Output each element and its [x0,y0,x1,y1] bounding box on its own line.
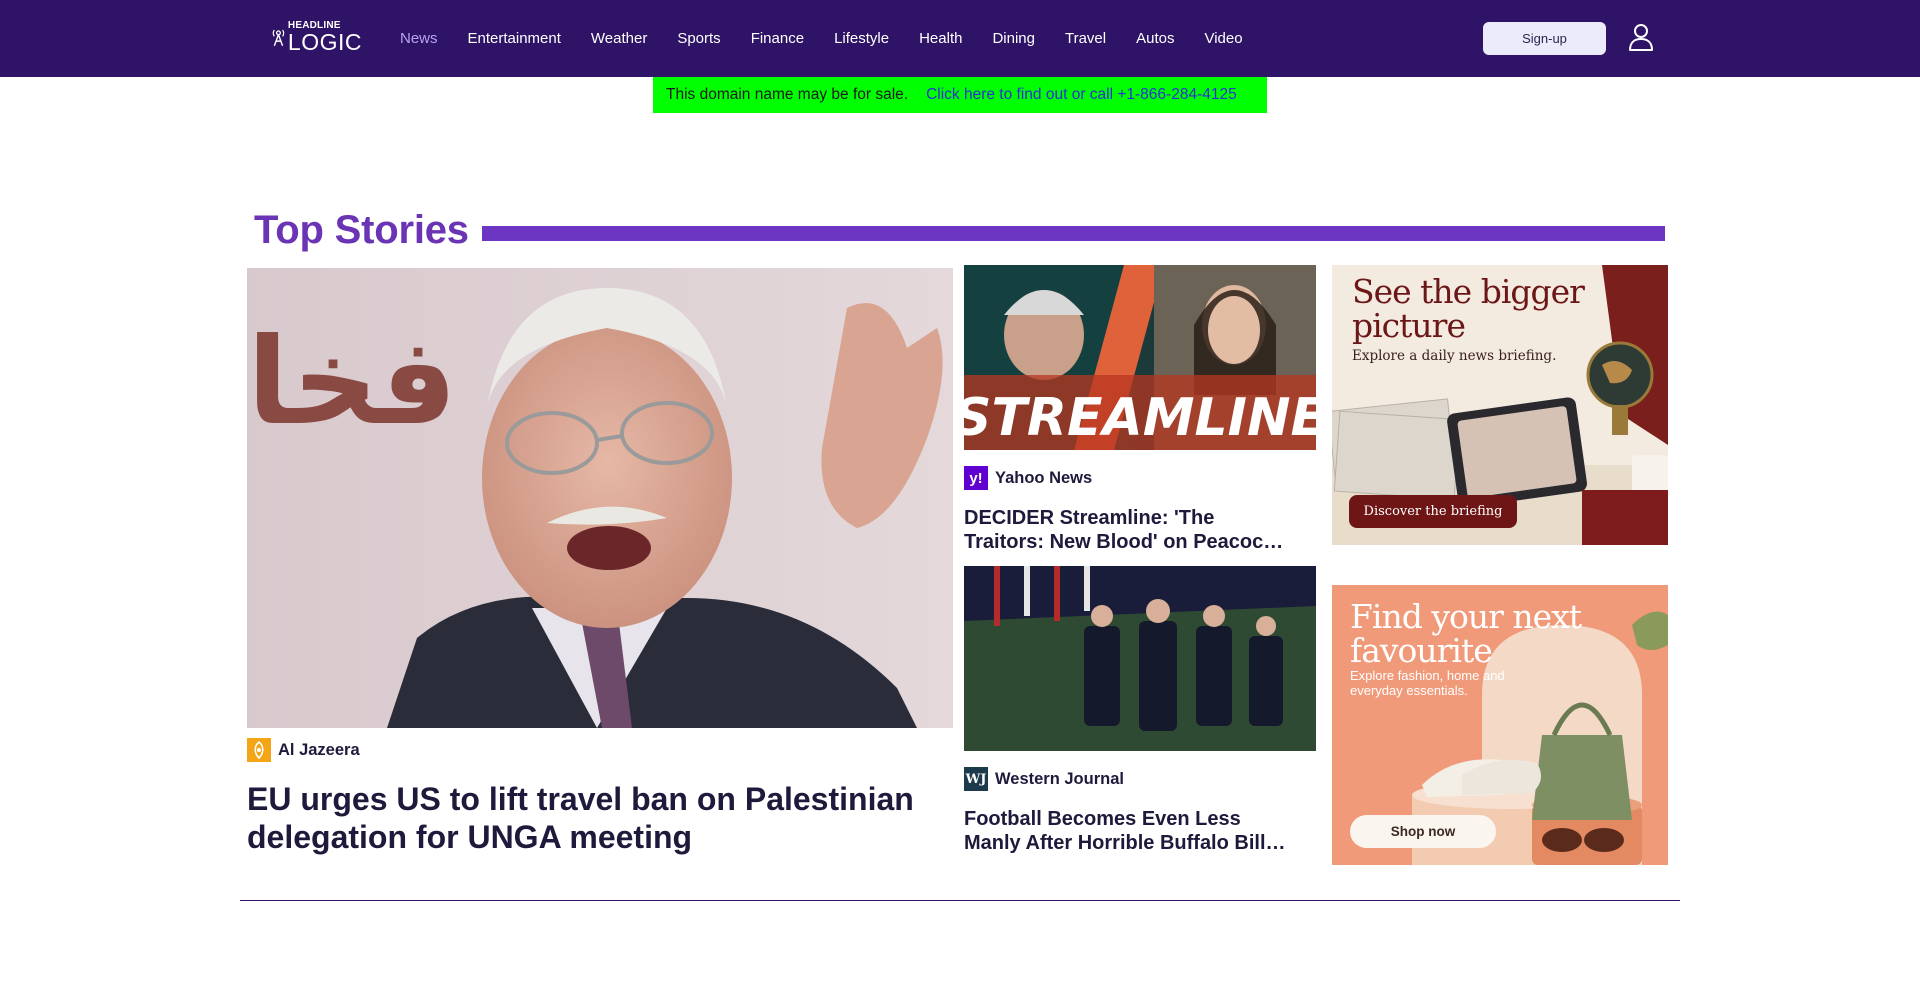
nav-item-dining[interactable]: Dining [992,30,1035,47]
nav-item-lifestyle[interactable]: Lifestyle [834,30,889,47]
user-account-icon[interactable] [1628,23,1654,51]
ad-2-title-line1: Find your next [1350,597,1582,636]
main-story-image[interactable]: فخا [247,268,953,728]
main-story-headline[interactable]: EU urges US to lift travel ban on Palest… [247,780,953,856]
ad-1-subtitle: Explore a daily news briefing. [1352,348,1557,364]
ad-2-subtitle-line2: everyday essentials. [1350,683,1468,698]
side-story-2-source-name: Western Journal [995,769,1124,788]
ad-1-title-line2: picture [1352,306,1466,345]
nav-item-entertainment[interactable]: Entertainment [468,30,561,47]
side-story-1-headline-line2: Traitors: New Blood' on Peacoc… [964,531,1284,553]
streamline-thumbnail: STREAMLINE [964,265,1316,450]
nav-item-autos[interactable]: Autos [1136,30,1174,47]
side-story-1-image[interactable]: STREAMLINE [964,265,1316,450]
section-title: Top Stories [254,208,469,252]
western-journal-logo-icon: WJ [964,767,988,791]
section-bottom-divider [240,900,1680,901]
nav-item-weather[interactable]: Weather [591,30,647,47]
side-story-2-headline-line1: Football Becomes Even Less [964,808,1241,830]
logo-text: HEADLINE LOGIC [287,20,362,55]
sale-banner-text: This domain name may be for sale. [666,86,909,103]
side-story-2-headline[interactable]: Football Becomes Even Less Manly After H… [964,807,1299,855]
main-story-photo: فخا [247,268,953,728]
streamline-image-text: STREAMLINE [964,388,1316,448]
domain-sale-banner: This domain name may be for sale. Click … [653,77,1267,113]
side-story-1-headline[interactable]: DECIDER Streamline: 'The Traitors: New B… [964,506,1299,554]
advertisement-shopping[interactable]: Find your next favourite Explore fashion… [1332,585,1668,865]
yahoo-logo-icon: y! [964,466,988,490]
nav-item-video[interactable]: Video [1204,30,1242,47]
football-field-photo [964,566,1316,751]
ad-1-title-line1: See the bigger [1352,272,1585,311]
side-story-1-source[interactable]: y! Yahoo News [964,466,1092,490]
top-navigation-bar: HEADLINE LOGIC News Entertainment Weathe… [0,0,1920,77]
nav-item-finance[interactable]: Finance [751,30,804,47]
side-story-2-headline-line2: Manly After Horrible Buffalo Bill… [964,832,1286,854]
side-story-1-source-name: Yahoo News [995,468,1093,487]
nav-item-health[interactable]: Health [919,30,962,47]
nav-item-travel[interactable]: Travel [1065,30,1106,47]
ad-2-title-line2: favourite [1350,631,1493,670]
section-title-rule [482,226,1665,241]
main-story-source-name: Al Jazeera [278,740,360,759]
main-story-source[interactable]: Al Jazeera [247,738,360,762]
site-logo[interactable]: HEADLINE LOGIC [272,20,362,54]
ad-2-cta-button[interactable]: Shop now [1350,815,1496,848]
side-story-2-image[interactable] [964,566,1316,751]
advertisement-news-briefing[interactable]: See the bigger picture Explore a daily n… [1332,265,1668,545]
side-story-2-source[interactable]: WJ Western Journal [964,767,1124,791]
logo-bottom-text: LOGIC [287,28,362,55]
signup-button[interactable]: Sign-up [1483,22,1606,55]
al-jazeera-logo-icon [247,738,271,762]
nav-item-news[interactable]: News [400,30,438,47]
background-arabic-text: فخا [247,313,457,452]
logo-tower-icon [272,29,285,47]
ad-2-subtitle-line1: Explore fashion, home and [1350,668,1505,683]
side-story-1-headline-line1: DECIDER Streamline: 'The [964,507,1215,529]
ad-1-cta-button[interactable]: Discover the briefing [1349,495,1517,528]
main-nav: News Entertainment Weather Sports Financ… [400,0,1273,77]
nav-item-sports[interactable]: Sports [677,30,720,47]
sale-banner-link[interactable]: Click here to find out or call +1-866-28… [926,86,1237,104]
